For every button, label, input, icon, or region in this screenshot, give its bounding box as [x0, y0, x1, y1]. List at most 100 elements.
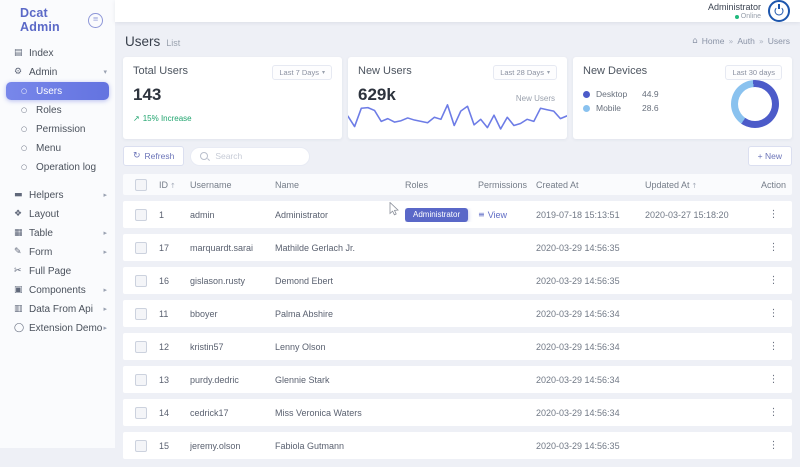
- database-icon: ▥: [14, 304, 29, 314]
- row-actions-button[interactable]: ⋮: [763, 341, 785, 352]
- row-checkbox-cell: [123, 308, 159, 320]
- online-dot-icon: [735, 15, 739, 19]
- cell-created-at: 2020-03-29 14:56:34: [536, 309, 645, 319]
- sidebar-item-users[interactable]: ○Users: [6, 82, 109, 100]
- column-header-id[interactable]: ID↑: [159, 180, 190, 190]
- sidebar-item-label: Full Page: [29, 266, 71, 277]
- column-header-label: Username: [190, 180, 232, 190]
- search-input[interactable]: [213, 150, 300, 162]
- sidebar-item-form[interactable]: ✎Form▸: [0, 243, 115, 261]
- total-users-delta: ↗ 15% Increase: [133, 114, 332, 123]
- period-dropdown[interactable]: Last 30 days: [725, 65, 782, 80]
- column-header-label: Roles: [405, 180, 428, 190]
- period-dropdown[interactable]: Last 28 Days ▾: [493, 65, 557, 80]
- row-checkbox[interactable]: [135, 407, 147, 419]
- row-actions-button[interactable]: ⋮: [763, 440, 785, 451]
- row-actions-button[interactable]: ⋮: [763, 374, 785, 385]
- sidebar-item-data-from-api[interactable]: ▥Data From Api ▸: [0, 300, 115, 318]
- sidebar-item-components[interactable]: ▣Components▸: [0, 281, 115, 299]
- chevron-right-icon: ▸: [103, 324, 107, 332]
- column-header-updated-at[interactable]: Updated At↑: [645, 180, 755, 190]
- row-checkbox[interactable]: [135, 242, 147, 254]
- refresh-icon: ↻: [133, 151, 141, 161]
- breadcrumb-users: Users: [768, 36, 790, 46]
- devices-donut-chart: [731, 80, 779, 128]
- column-header-label: Updated At: [645, 180, 690, 190]
- row-checkbox[interactable]: [135, 440, 147, 452]
- column-header-label: Name: [275, 180, 299, 190]
- refresh-button[interactable]: ↻ Refresh: [123, 146, 184, 166]
- row-checkbox[interactable]: [135, 374, 147, 386]
- breadcrumb-separator: »: [728, 37, 733, 46]
- stat-cards: Total Users Last 7 Days ▾ 143 ↗ 15% Incr…: [123, 57, 792, 139]
- sidebar-item-helpers[interactable]: ▬Helpers▸: [0, 186, 115, 204]
- cell-action: ⋮: [755, 308, 792, 319]
- column-header-label: Created At: [536, 180, 579, 190]
- desktop-dot-icon: [583, 91, 590, 98]
- sidebar-item-table[interactable]: ▦Table▸: [0, 224, 115, 242]
- sidebar-item-label: Roles: [36, 105, 62, 116]
- cell-created-at: 2019-07-18 15:13:51: [536, 210, 645, 220]
- period-label: Last 30 days: [732, 68, 775, 77]
- card-title: Total Users: [133, 65, 188, 77]
- row-actions-button[interactable]: ⋮: [763, 407, 785, 418]
- sort-asc-icon[interactable]: ↑: [692, 182, 698, 190]
- chevron-right-icon: ▸: [103, 305, 107, 313]
- breadcrumb-auth[interactable]: Auth: [737, 36, 755, 46]
- home-icon: ⌂: [692, 36, 697, 46]
- breadcrumb-home[interactable]: Home: [702, 36, 725, 46]
- period-dropdown[interactable]: Last 7 Days ▾: [272, 65, 332, 80]
- new-button[interactable]: + New: [748, 146, 792, 166]
- grid-icon: ▦: [14, 228, 29, 238]
- sidebar-item-extension-demo[interactable]: ◯Extension Demo▸: [0, 319, 115, 337]
- row-checkbox[interactable]: [135, 209, 147, 221]
- sidebar-item-full-page[interactable]: ✂Full Page: [0, 262, 115, 280]
- role-badge[interactable]: Administrator: [405, 208, 468, 222]
- caret-down-icon: ▾: [322, 69, 325, 76]
- circle-icon: ○: [21, 87, 36, 95]
- row-actions-button[interactable]: ⋮: [763, 275, 785, 286]
- cell-action: ⋮: [755, 341, 792, 352]
- sidebar-item-layout[interactable]: ❖Layout: [0, 205, 115, 223]
- row-checkbox-cell: [123, 407, 159, 419]
- cell-username: marquardt.sarai: [190, 243, 275, 253]
- period-label: Last 7 Days: [279, 68, 319, 77]
- column-header-username: Username: [190, 180, 275, 190]
- refresh-label: Refresh: [145, 151, 175, 161]
- edit-icon: ✎: [14, 247, 29, 257]
- cell-name: Mathilde Gerlach Jr.: [275, 243, 405, 253]
- cell-id: 15: [159, 441, 190, 451]
- select-all-checkbox[interactable]: [135, 179, 147, 191]
- cell-username: kristin57: [190, 342, 275, 352]
- caret-down-icon: ▾: [547, 69, 550, 76]
- sidebar-item-roles[interactable]: ○Roles: [0, 101, 115, 119]
- sidebar-item-operation-log[interactable]: ○Operation log: [0, 158, 115, 176]
- sidebar-item-label: Helpers: [29, 190, 63, 201]
- row-actions-button[interactable]: ⋮: [763, 308, 785, 319]
- sidebar-item-label: Form: [29, 247, 52, 258]
- user-avatar[interactable]: [768, 0, 790, 22]
- sidebar-toggle-icon[interactable]: ≡: [88, 13, 103, 28]
- sort-asc-icon[interactable]: ↑: [170, 182, 176, 190]
- nav-spacer: [0, 177, 115, 185]
- page-title: Users: [125, 34, 160, 49]
- row-actions-button[interactable]: ⋮: [763, 209, 785, 220]
- new-users-sparkline-chart: [348, 95, 567, 139]
- column-header-label: ID: [159, 180, 168, 190]
- row-actions-button[interactable]: ⋮: [763, 242, 785, 253]
- sidebar-item-permission[interactable]: ○Permission: [0, 120, 115, 138]
- row-checkbox[interactable]: [135, 308, 147, 320]
- row-checkbox[interactable]: [135, 275, 147, 287]
- cell-permissions: ≡View: [478, 209, 536, 220]
- permission-view-link[interactable]: ≡View: [478, 210, 507, 220]
- sidebar-item-label: Data From Api: [29, 304, 93, 315]
- row-checkbox[interactable]: [135, 341, 147, 353]
- column-header-created-at: Created At: [536, 180, 645, 190]
- cell-username: bboyer: [190, 309, 275, 319]
- cell-username: cedrick17: [190, 408, 275, 418]
- cell-created-at: 2020-03-29 14:56:34: [536, 375, 645, 385]
- sidebar-item-admin[interactable]: ⚙Admin▾: [0, 63, 115, 81]
- sidebar-item-index[interactable]: ▤Index: [0, 44, 115, 62]
- sidebar-item-menu[interactable]: ○Menu: [0, 139, 115, 157]
- table-header-row: ID↑UsernameNameRolesPermissionsCreated A…: [123, 174, 792, 195]
